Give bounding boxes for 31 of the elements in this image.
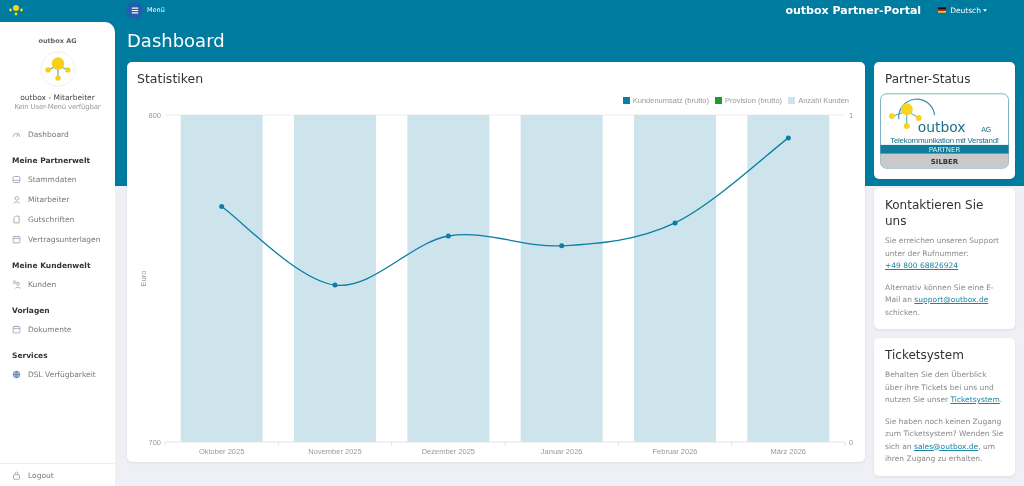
page-title: Dashboard bbox=[127, 30, 226, 52]
folder-icon bbox=[12, 234, 21, 244]
data-point bbox=[332, 282, 338, 288]
card-title: Kontaktieren Sie uns bbox=[885, 197, 985, 229]
menu-button[interactable] bbox=[126, 1, 143, 19]
card-title: Partner-Status bbox=[885, 71, 972, 87]
legend-swatch bbox=[622, 96, 630, 104]
card-title: Ticketsystem bbox=[885, 347, 965, 363]
people-icon bbox=[12, 279, 21, 289]
lock-icon bbox=[12, 470, 21, 480]
flag-icon bbox=[938, 7, 947, 13]
document-icon bbox=[12, 214, 21, 224]
legend-swatch bbox=[715, 96, 722, 104]
logo-icon bbox=[8, 4, 24, 16]
portal-title: outbox Partner-Portal bbox=[785, 3, 922, 17]
caret-icon bbox=[983, 8, 987, 12]
folder-icon bbox=[12, 324, 21, 334]
data-point bbox=[559, 243, 565, 249]
data-point bbox=[672, 220, 678, 226]
legend-swatch bbox=[788, 96, 796, 104]
data-point bbox=[219, 204, 225, 210]
tagline: Telekommunikation mit Verstand! bbox=[890, 136, 999, 146]
card-title: Statistiken bbox=[137, 71, 205, 86]
tray-icon bbox=[12, 174, 21, 184]
brand-name: outbox bbox=[917, 119, 966, 135]
data-point bbox=[785, 135, 791, 141]
globe-icon bbox=[12, 369, 21, 379]
person-icon bbox=[12, 194, 21, 204]
menu-icon bbox=[130, 6, 139, 14]
data-point bbox=[445, 233, 451, 239]
avatar-logo bbox=[39, 51, 76, 87]
